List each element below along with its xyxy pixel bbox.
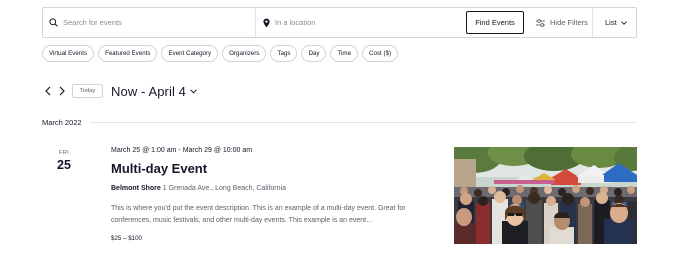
search-icon — [49, 18, 58, 27]
event-day-number: 25 — [57, 158, 71, 172]
month-divider-line — [89, 121, 637, 123]
location-search-field — [256, 8, 466, 37]
filter-tags[interactable]: Tags — [270, 45, 298, 62]
filter-bar: Virtual Events Featured Events Event Cat… — [42, 45, 399, 62]
keyword-search-field — [43, 8, 256, 37]
event-day-of-week: FRI — [58, 150, 70, 156]
event-datetime: March 25 @ 1:00 am - March 29 @ 10:00 am — [111, 147, 253, 154]
hide-filters-label: Hide Filters — [550, 18, 588, 27]
filter-time[interactable]: Time — [330, 45, 359, 62]
keyword-search-input[interactable] — [63, 18, 233, 27]
chevron-down-icon — [190, 88, 197, 94]
festival-crowd-image — [454, 147, 637, 244]
chevron-right-icon — [59, 86, 65, 96]
filter-cost[interactable]: Cost ($) — [362, 45, 399, 62]
previous-button[interactable] — [42, 84, 53, 98]
event-description: This is where you'd put the event descri… — [111, 205, 406, 224]
filter-virtual-events[interactable]: Virtual Events — [42, 45, 95, 62]
hide-filters-button[interactable]: Hide Filters — [536, 8, 588, 37]
date-range-picker[interactable]: Now - April 4 — [111, 84, 197, 99]
filter-organizers[interactable]: Organizers — [222, 45, 267, 62]
view-selector-label: List — [605, 18, 617, 27]
month-separator: March 2022 — [42, 116, 637, 128]
chevron-left-icon — [44, 86, 50, 96]
event-title-link[interactable]: Multi-day Event — [111, 161, 421, 177]
event-venue: Belmont Shore 1 Grenada Ave., Long Beach… — [111, 184, 421, 194]
event-cost: $25 – $100 — [111, 235, 142, 242]
filter-day[interactable]: Day — [301, 45, 327, 62]
location-pin-icon — [263, 18, 270, 27]
today-button[interactable]: Today — [72, 84, 103, 98]
event-venue-address: 1 Grenada Ave., Long Beach, California — [160, 185, 286, 192]
event-date-tag: FRI 25 — [52, 150, 76, 172]
next-button[interactable] — [56, 84, 67, 98]
view-divider — [592, 8, 593, 37]
date-navigation: Today Now - April 4 — [42, 82, 197, 100]
event-venue-name: Belmont Shore — [111, 185, 161, 192]
view-selector[interactable]: List — [605, 8, 627, 37]
find-events-button[interactable]: Find Events — [466, 11, 524, 34]
chevron-down-icon — [620, 20, 627, 25]
event-details: March 25 @ 1:00 am - March 29 @ 10:00 am… — [111, 146, 421, 242]
date-range-label: Now - April 4 — [111, 83, 186, 99]
filter-sliders-icon — [536, 18, 545, 27]
event-featured-image[interactable] — [454, 147, 637, 244]
filter-event-category[interactable]: Event Category — [161, 45, 219, 62]
filter-featured-events[interactable]: Featured Events — [98, 45, 158, 62]
location-search-input[interactable] — [275, 18, 445, 27]
events-search-bar: Find Events Hide Filters List — [42, 7, 637, 38]
month-label: March 2022 — [42, 117, 82, 127]
